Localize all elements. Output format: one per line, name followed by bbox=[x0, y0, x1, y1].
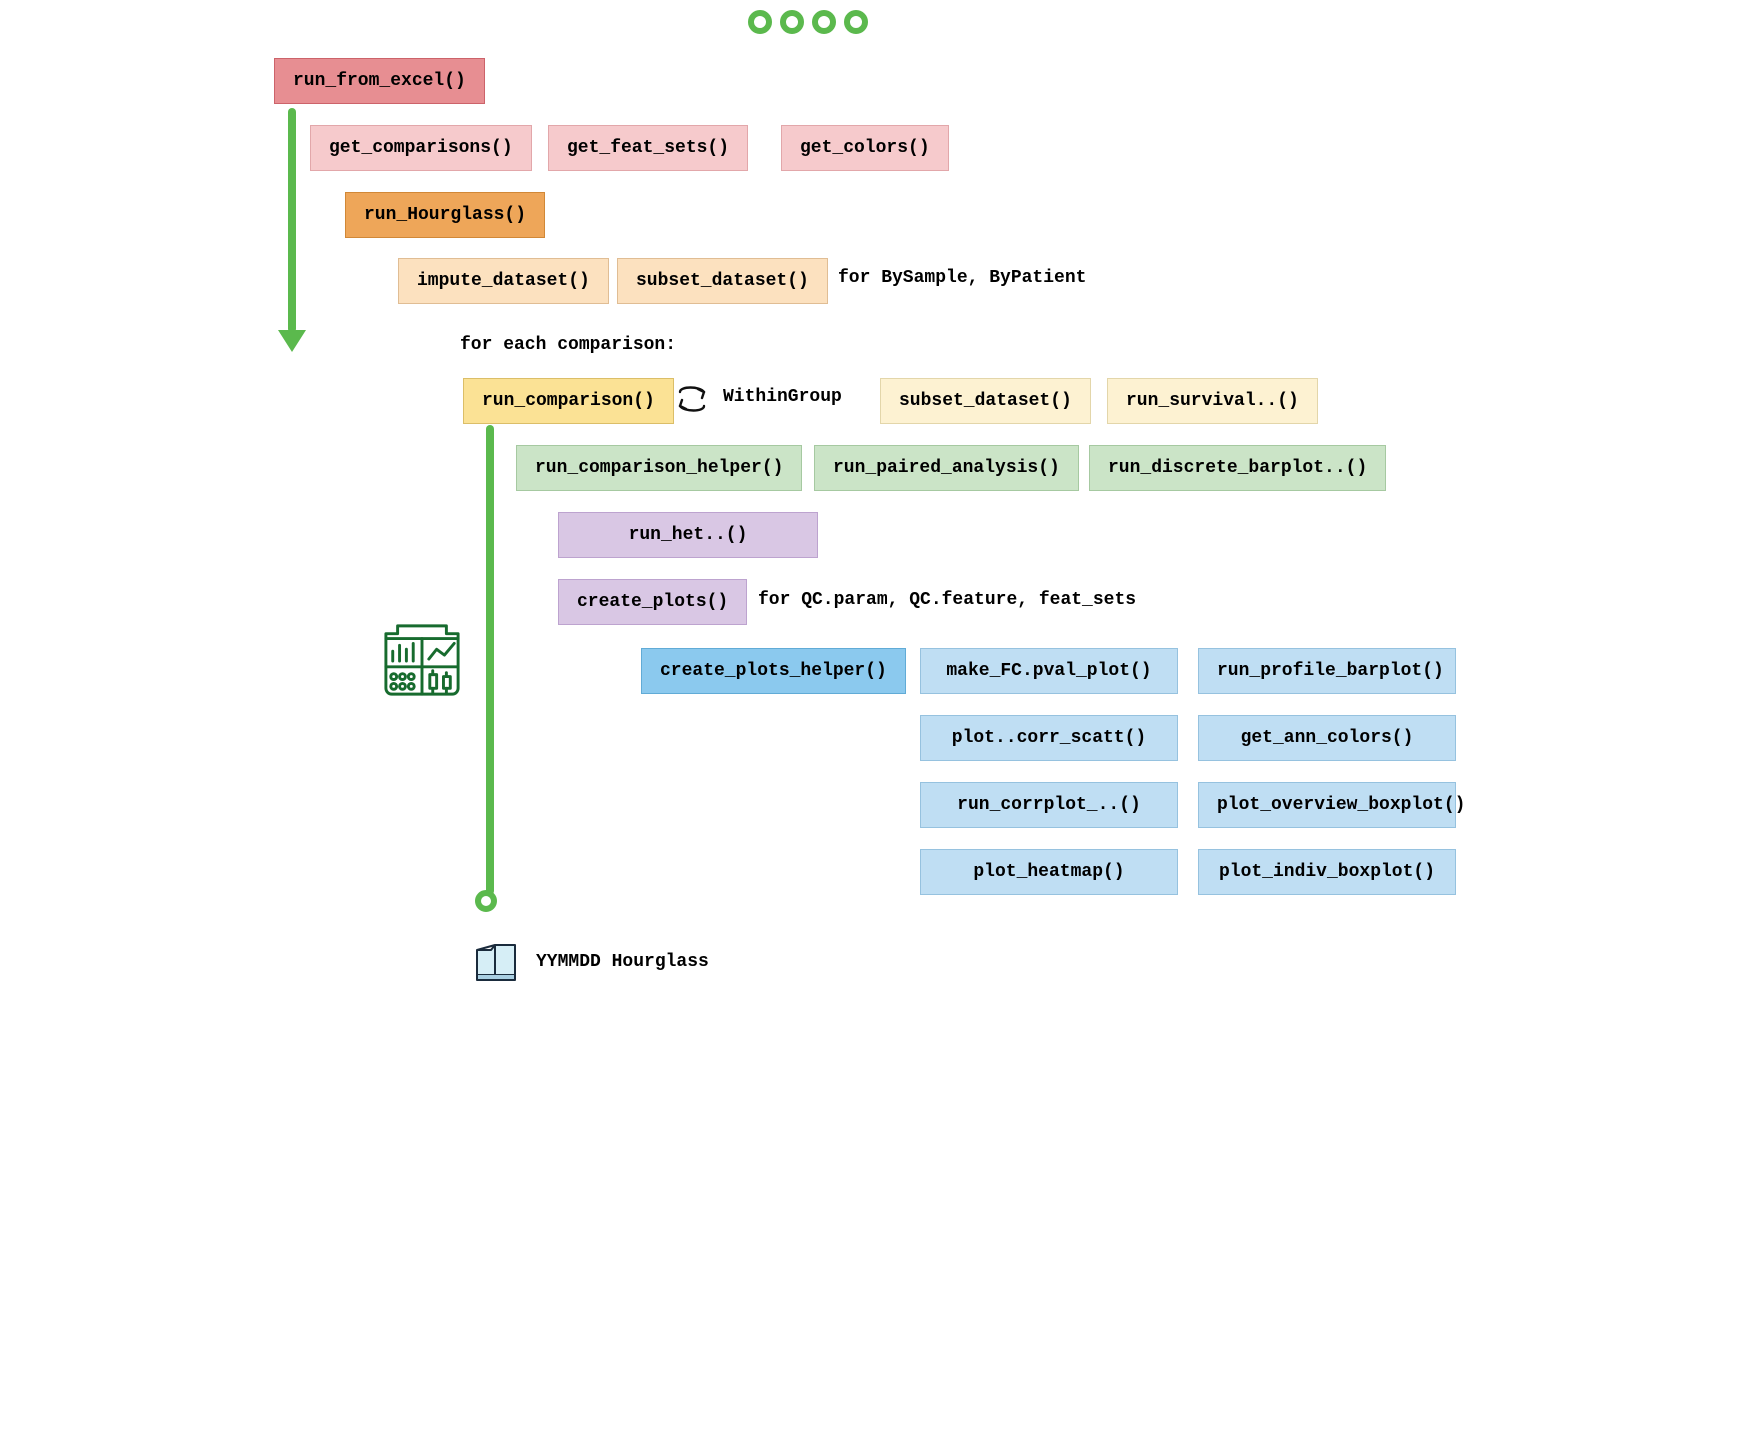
box-create-plots: create_plots() bbox=[558, 579, 747, 625]
box-run-from-excel: run_from_excel() bbox=[274, 58, 485, 104]
box-run-discrete-barplot: run_discrete_barplot..() bbox=[1089, 445, 1386, 491]
box-label: plot..corr_scatt() bbox=[952, 728, 1146, 748]
box-label: plot_indiv_boxplot() bbox=[1219, 862, 1435, 882]
box-run-corrplot: run_corrplot_..() bbox=[920, 782, 1178, 828]
arrowhead-icon bbox=[278, 330, 306, 352]
box-run-profile-barplot: run_profile_barplot() bbox=[1198, 648, 1456, 694]
box-label: subset_dataset() bbox=[899, 391, 1072, 411]
box-label: get_colors() bbox=[800, 138, 930, 158]
box-label: run_paired_analysis() bbox=[833, 458, 1060, 478]
progress-circle-icon bbox=[748, 10, 772, 34]
box-get-feat-sets: get_feat_sets() bbox=[548, 125, 748, 171]
box-run-comparison-helper: run_comparison_helper() bbox=[516, 445, 802, 491]
box-label: run_Hourglass() bbox=[364, 205, 526, 225]
label-folder: YYMMDD Hourglass bbox=[536, 952, 709, 972]
box-plot-corr-scatt: plot..corr_scatt() bbox=[920, 715, 1178, 761]
box-label: run_from_excel() bbox=[293, 71, 466, 91]
folder-icon bbox=[473, 940, 519, 982]
box-label: run_het..() bbox=[629, 525, 748, 545]
box-label: run_discrete_barplot..() bbox=[1108, 458, 1367, 478]
box-label: subset_dataset() bbox=[636, 271, 809, 291]
box-get-colors: get_colors() bbox=[781, 125, 949, 171]
box-run-comparison: run_comparison() bbox=[463, 378, 674, 424]
label-bysample: for BySample, ByPatient bbox=[838, 268, 1086, 288]
box-label: create_plots() bbox=[577, 592, 728, 612]
box-label: get_ann_colors() bbox=[1241, 728, 1414, 748]
box-label: run_survival..() bbox=[1126, 391, 1299, 411]
box-create-plots-helper: create_plots_helper() bbox=[641, 648, 906, 694]
box-label: plot_heatmap() bbox=[973, 862, 1124, 882]
box-impute-dataset: impute_dataset() bbox=[398, 258, 609, 304]
flow-end-icon bbox=[475, 890, 497, 912]
box-run-survival: run_survival..() bbox=[1107, 378, 1318, 424]
box-run-hourglass: run_Hourglass() bbox=[345, 192, 545, 238]
box-plot-indiv-boxplot: plot_indiv_boxplot() bbox=[1198, 849, 1456, 895]
label-for-each-comparison: for each comparison: bbox=[460, 335, 676, 355]
box-plot-overview-boxplot: plot_overview_boxplot() bbox=[1198, 782, 1456, 828]
flow-arrow-2 bbox=[486, 425, 494, 895]
flow-arrow-1 bbox=[288, 108, 296, 333]
plot-output-icon bbox=[378, 620, 466, 700]
box-make-fc-pval-plot: make_FC.pval_plot() bbox=[920, 648, 1178, 694]
box-plot-heatmap: plot_heatmap() bbox=[920, 849, 1178, 895]
box-label: plot_overview_boxplot() bbox=[1217, 795, 1465, 815]
box-run-paired-analysis: run_paired_analysis() bbox=[814, 445, 1079, 491]
diagram-canvas: run_from_excel() get_comparisons() get_f… bbox=[268, 40, 1488, 1040]
box-label: make_FC.pval_plot() bbox=[946, 661, 1151, 681]
box-label: create_plots_helper() bbox=[660, 661, 887, 681]
label-for-qc: for QC.param, QC.feature, feat_sets bbox=[758, 590, 1136, 610]
box-get-comparisons: get_comparisons() bbox=[310, 125, 532, 171]
box-label: run_corrplot_..() bbox=[957, 795, 1141, 815]
swap-arrows-icon bbox=[674, 382, 710, 424]
box-label: run_profile_barplot() bbox=[1217, 661, 1444, 681]
progress-circle-icon bbox=[812, 10, 836, 34]
box-label: run_comparison_helper() bbox=[535, 458, 783, 478]
box-get-ann-colors: get_ann_colors() bbox=[1198, 715, 1456, 761]
box-label: get_feat_sets() bbox=[567, 138, 729, 158]
box-subset-dataset-2: subset_dataset() bbox=[880, 378, 1091, 424]
label-within-group: WithinGroup bbox=[723, 387, 842, 407]
box-run-het: run_het..() bbox=[558, 512, 818, 558]
box-label: run_comparison() bbox=[482, 391, 655, 411]
box-subset-dataset-1: subset_dataset() bbox=[617, 258, 828, 304]
progress-circle-icon bbox=[780, 10, 804, 34]
progress-circle-icon bbox=[844, 10, 868, 34]
box-label: get_comparisons() bbox=[329, 138, 513, 158]
box-label: impute_dataset() bbox=[417, 271, 590, 291]
progress-circles bbox=[748, 10, 868, 34]
